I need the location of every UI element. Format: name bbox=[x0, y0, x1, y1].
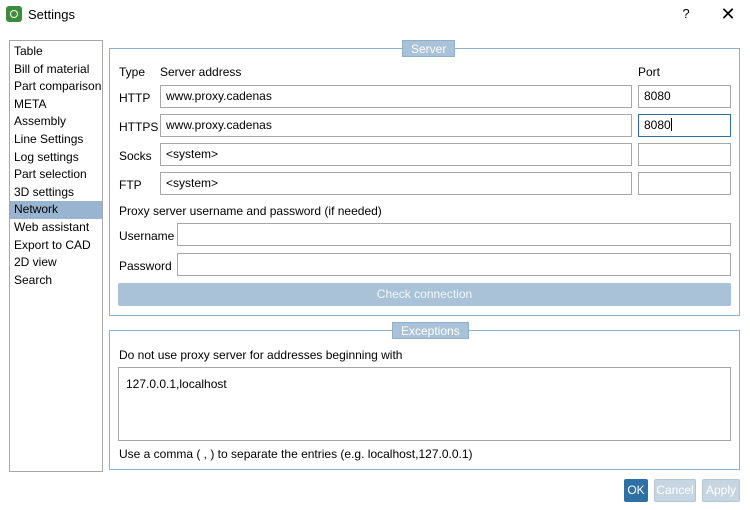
nav-item-network[interactable]: Network bbox=[10, 201, 102, 219]
socks-address-input[interactable]: <system> bbox=[160, 143, 632, 166]
username-label: Username bbox=[119, 229, 175, 243]
ftp-label: FTP bbox=[119, 178, 142, 192]
nav-item-table[interactable]: Table bbox=[10, 43, 102, 61]
socks-port-input[interactable] bbox=[638, 143, 731, 166]
port-column-header: Port bbox=[638, 65, 661, 79]
nav-item-part-comparison[interactable]: Part comparison bbox=[10, 78, 102, 96]
app-logo-icon bbox=[6, 6, 22, 22]
http-address-input[interactable]: www.proxy.cadenas bbox=[160, 85, 632, 108]
https-port-input[interactable]: 8080 bbox=[638, 114, 731, 137]
exceptions-group: Exceptions Do not use proxy server for a… bbox=[109, 322, 740, 470]
proxy-credentials-note: Proxy server username and password (if n… bbox=[119, 204, 382, 218]
nav-item-search[interactable]: Search bbox=[10, 272, 102, 290]
exceptions-textarea[interactable]: 127.0.0.1,localhost bbox=[118, 367, 731, 441]
type-column-header: Type bbox=[119, 65, 146, 79]
http-port-input[interactable]: 8080 bbox=[638, 85, 731, 108]
nav-item-export-to-cad[interactable]: Export to CAD bbox=[10, 237, 102, 255]
socks-label: Socks bbox=[119, 149, 152, 163]
help-button[interactable]: ? bbox=[678, 4, 694, 24]
exceptions-description: Do not use proxy server for addresses be… bbox=[119, 348, 403, 362]
settings-category-list[interactable]: Table Bill of material Part comparison M… bbox=[9, 40, 103, 472]
nav-item-line-settings[interactable]: Line Settings bbox=[10, 131, 102, 149]
ftp-address-input[interactable]: <system> bbox=[160, 172, 632, 195]
apply-button[interactable]: Apply bbox=[702, 479, 740, 502]
nav-item-assembly[interactable]: Assembly bbox=[10, 113, 102, 131]
http-label: HTTP bbox=[119, 91, 151, 105]
server-group: Server Type Server address Port HTTP www… bbox=[109, 40, 740, 316]
password-label: Password bbox=[119, 259, 172, 273]
password-input[interactable] bbox=[177, 253, 731, 276]
cancel-button[interactable]: Cancel bbox=[654, 479, 696, 502]
nav-item-web-assistant[interactable]: Web assistant bbox=[10, 219, 102, 237]
nav-item-3d-settings[interactable]: 3D settings bbox=[10, 184, 102, 202]
exceptions-hint: Use a comma ( , ) to separate the entrie… bbox=[119, 447, 473, 461]
https-label: HTTPS bbox=[119, 120, 159, 134]
ok-button[interactable]: OK bbox=[624, 479, 648, 502]
window-title: Settings bbox=[28, 7, 75, 22]
ftp-port-input[interactable] bbox=[638, 172, 731, 195]
text-caret bbox=[670, 118, 672, 131]
exceptions-group-title: Exceptions bbox=[392, 322, 469, 339]
nav-item-bill-of-material[interactable]: Bill of material bbox=[10, 61, 102, 79]
username-input[interactable] bbox=[177, 223, 731, 246]
server-address-column-header: Server address bbox=[160, 65, 242, 79]
nav-item-meta[interactable]: META bbox=[10, 96, 102, 114]
close-button[interactable]: ✕ bbox=[716, 2, 740, 26]
title-bar: Settings ? ✕ bbox=[0, 0, 750, 30]
https-address-input[interactable]: www.proxy.cadenas bbox=[160, 114, 632, 137]
check-connection-button[interactable]: Check connection bbox=[118, 283, 731, 306]
server-group-title: Server bbox=[402, 40, 456, 57]
nav-item-2d-view[interactable]: 2D view bbox=[10, 254, 102, 272]
https-port-value: 8080 bbox=[644, 118, 671, 132]
nav-item-part-selection[interactable]: Part selection bbox=[10, 166, 102, 184]
nav-item-log-settings[interactable]: Log settings bbox=[10, 149, 102, 167]
